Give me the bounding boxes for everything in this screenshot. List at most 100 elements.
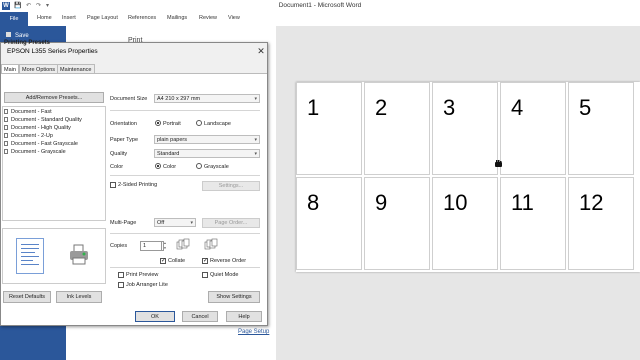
- preset-item[interactable]: Document - Fast Grayscale: [4, 141, 78, 147]
- add-remove-presets-button[interactable]: Add/Remove Presets...: [4, 92, 104, 103]
- page-order-button[interactable]: Page Order...: [202, 218, 260, 228]
- preset-label: Document - Fast: [11, 109, 52, 115]
- title-bar: W 💾 ↶ ↷ ▾ Document1 - Microsoft Word: [0, 0, 640, 12]
- hand-grab-icon: [494, 160, 504, 168]
- two-sided-checkbox[interactable]: [110, 182, 116, 188]
- document-size-value: A4 210 x 297 mm: [157, 96, 201, 102]
- grayscale-label: Grayscale: [204, 164, 229, 170]
- preview-page: 3: [432, 82, 498, 175]
- collate-pages-icon: [176, 238, 190, 250]
- collate-checkbox[interactable]: ✓: [160, 258, 166, 264]
- job-arranger-checkbox[interactable]: [118, 282, 124, 288]
- tab-file[interactable]: File: [0, 12, 28, 26]
- document-icon: [4, 109, 8, 114]
- preview-page: 8: [296, 177, 362, 270]
- color-radio[interactable]: [155, 163, 161, 169]
- two-sided-label: 2-Sided Printing: [118, 182, 158, 188]
- backstage-save-item[interactable]: Save: [6, 32, 29, 39]
- printing-presets-label: Printing Presets: [4, 40, 51, 46]
- document-preview-icon: [16, 238, 44, 274]
- preset-item[interactable]: Document - Fast: [4, 109, 52, 115]
- divider: [110, 175, 260, 176]
- dialog-title: EPSON L355 Series Properties: [7, 48, 98, 55]
- reverse-order-checkbox[interactable]: ✓: [202, 258, 208, 264]
- preview-page: 10: [432, 177, 498, 270]
- grayscale-radio[interactable]: [196, 163, 202, 169]
- reverse-order-label: Reverse Order: [210, 258, 247, 264]
- preset-label: Document - 2-Up: [11, 133, 53, 139]
- color-label: Color: [110, 164, 124, 170]
- print-preview-checkbox[interactable]: [118, 272, 124, 278]
- chevron-down-icon: ▾: [190, 220, 193, 226]
- ink-levels-button[interactable]: Ink Levels: [56, 291, 102, 303]
- page-setup-link[interactable]: Page Setup: [238, 329, 269, 335]
- divider: [110, 110, 260, 111]
- paper-type-value: plain papers: [157, 137, 187, 143]
- presets-list[interactable]: [2, 106, 106, 221]
- tab-home[interactable]: Home: [37, 15, 52, 21]
- landscape-label: Landscape: [204, 121, 231, 127]
- chevron-down-icon: ▾: [254, 96, 257, 102]
- quality-label: Quality: [110, 151, 128, 157]
- copies-label: Copies: [110, 243, 128, 249]
- preset-item[interactable]: Document - Standard Quality: [4, 117, 82, 123]
- chevron-down-icon: ▾: [254, 151, 257, 157]
- quality-value: Standard: [157, 151, 180, 157]
- copies-stepper[interactable]: ▲ ▼: [161, 241, 168, 251]
- preview-page: 2: [364, 82, 430, 175]
- quiet-mode-checkbox[interactable]: [202, 272, 208, 278]
- settings-button[interactable]: Settings...: [202, 181, 260, 191]
- portrait-label: Portrait: [163, 121, 181, 127]
- preset-item[interactable]: Document - 2-Up: [4, 133, 53, 139]
- close-icon[interactable]: ✕: [255, 45, 267, 57]
- chevron-down-icon: ▾: [254, 137, 257, 143]
- multi-page-value: Off: [157, 220, 165, 226]
- window-title: Document1 - Microsoft Word: [278, 2, 362, 9]
- preview-page: 4: [500, 82, 566, 175]
- preset-item[interactable]: Document - Grayscale: [4, 149, 66, 155]
- multi-page-label: Multi-Page: [110, 220, 137, 226]
- document-size-label: Document Size: [110, 96, 148, 102]
- multi-page-select[interactable]: Off ▾: [154, 218, 196, 227]
- save-icon: [6, 32, 11, 37]
- show-settings-button[interactable]: Show Settings: [208, 291, 260, 303]
- preset-label: Document - Fast Grayscale: [11, 141, 78, 147]
- tab-references[interactable]: References: [128, 15, 156, 21]
- preview-page: 12: [568, 177, 634, 270]
- preview-page: 5: [568, 82, 634, 175]
- document-size-select[interactable]: A4 210 x 297 mm ▾: [154, 94, 260, 103]
- document-icon: [4, 141, 8, 146]
- preview-page: 9: [364, 177, 430, 270]
- document-icon: [4, 125, 8, 130]
- printer-icon: [68, 244, 90, 266]
- landscape-radio[interactable]: [196, 120, 202, 126]
- tab-insert[interactable]: Insert: [62, 15, 76, 21]
- color-option-label: Color: [163, 164, 177, 170]
- document-icon: [4, 117, 8, 122]
- preview-sheet: 1 2 3 4 5 8 9 10 11 12: [296, 82, 640, 272]
- backstage-save-label: Save: [15, 33, 29, 39]
- quality-select[interactable]: Standard ▾: [154, 149, 260, 158]
- job-arranger-label: Job Arranger Lite: [126, 282, 168, 288]
- collate-label: Collate: [168, 258, 186, 264]
- divider: [110, 267, 260, 268]
- preset-label: Document - Standard Quality: [11, 117, 82, 123]
- preset-item[interactable]: Document - High Quality: [4, 125, 71, 131]
- portrait-radio[interactable]: [155, 120, 161, 126]
- quiet-mode-label: Quiet Mode: [210, 272, 239, 278]
- cancel-button[interactable]: Cancel: [182, 311, 218, 322]
- paper-type-label: Paper Type: [110, 137, 139, 143]
- preset-label: Document - High Quality: [11, 125, 71, 131]
- reverse-order-icon: [204, 238, 218, 250]
- tab-view[interactable]: View: [228, 15, 240, 21]
- preset-label: Document - Grayscale: [11, 149, 66, 155]
- divider: [110, 233, 260, 234]
- tab-page-layout[interactable]: Page Layout: [87, 15, 118, 21]
- ok-button[interactable]: OK: [135, 311, 175, 322]
- tab-mailings[interactable]: Mailings: [167, 15, 187, 21]
- preview-page: 1: [296, 82, 362, 175]
- reset-defaults-button[interactable]: Reset Defaults: [3, 291, 51, 303]
- paper-type-select[interactable]: plain papers ▾: [154, 135, 260, 144]
- tab-review[interactable]: Review: [199, 15, 217, 21]
- help-button[interactable]: Help: [226, 311, 262, 322]
